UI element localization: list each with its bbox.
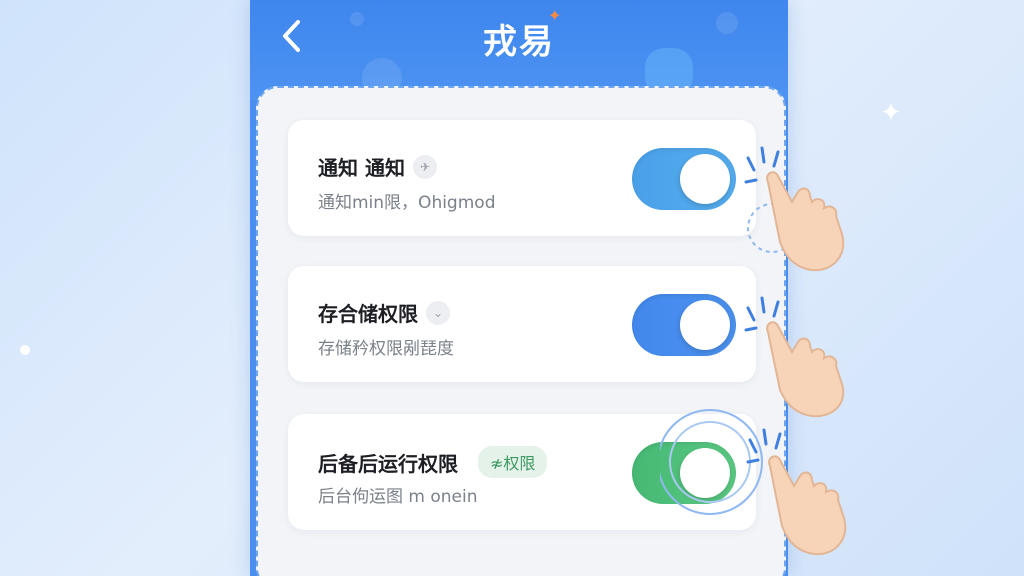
toggle-knob [680, 300, 730, 350]
storage-toggle[interactable] [632, 294, 736, 356]
permission-tag: ≉权限 [478, 446, 548, 478]
chevron-icon: ⌄ [426, 300, 450, 325]
permission-card-storage: 存合储权限 ⌄ 存储矜权限剐琵度 [288, 266, 756, 382]
page-title: 戎易 [483, 22, 555, 62]
permission-card-notification: 通知 通知 ✈ 通知min限，Ohigmod [288, 120, 756, 236]
app-header: 戎易 ✦ [250, 0, 788, 100]
sparkle-icon [20, 345, 30, 355]
notification-toggle[interactable] [632, 148, 736, 210]
permission-title: 通知 通知 [318, 156, 405, 180]
tap-hand-icon [660, 409, 847, 556]
permission-description: 后台佝运图 m onein [318, 487, 478, 507]
permission-title: 后备后运行权限 [318, 451, 458, 476]
permission-title: 存合储权限 [318, 302, 418, 326]
sparkle-icon: ✦ [880, 98, 902, 128]
permission-description: 存储矜权限剐琵度 [318, 339, 454, 359]
toggle-knob [680, 154, 730, 204]
pin-icon: ✈ [412, 154, 437, 179]
sparkle-icon: ✦ [548, 6, 562, 25]
tap-hand-icon [744, 146, 845, 272]
permission-description: 通知min限，Ohigmod [318, 193, 496, 213]
